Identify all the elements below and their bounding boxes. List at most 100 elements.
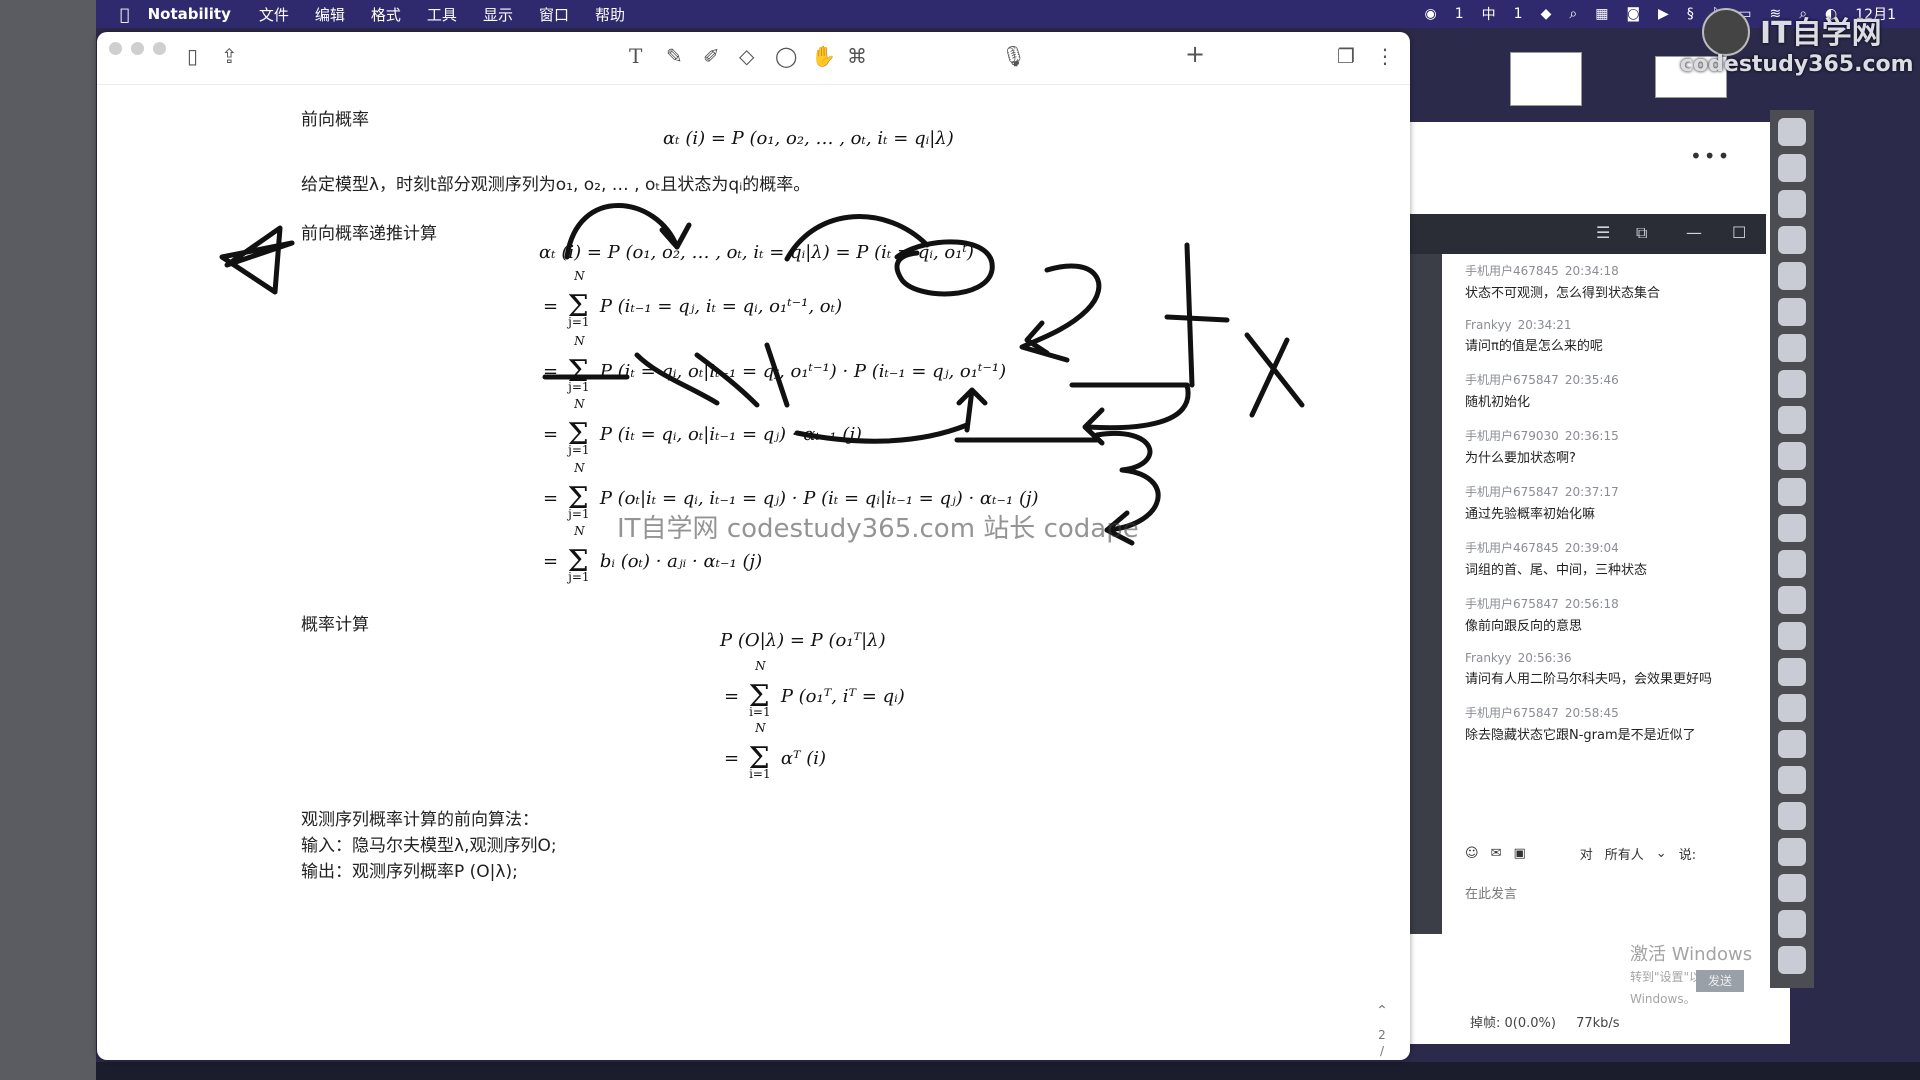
more-menu-icon[interactable]: ⋮ — [1375, 44, 1395, 68]
chevron-up-icon[interactable]: ⌃ — [1372, 1003, 1392, 1019]
algorithm-output: 输出：观测序列概率P (O|λ); — [301, 862, 518, 882]
dock-app-icon[interactable] — [1778, 694, 1806, 722]
share-icon[interactable]: ⇪ — [221, 44, 238, 68]
menu-edit[interactable]: 编辑 — [315, 4, 345, 25]
dock-app-icon[interactable] — [1778, 658, 1806, 686]
dock-app-icon[interactable] — [1778, 946, 1806, 974]
apple-icon[interactable]:  — [120, 5, 130, 24]
menu-extra-icon[interactable]: ▦ — [1595, 6, 1608, 22]
dock-app-icon[interactable] — [1778, 838, 1806, 866]
popout-icon[interactable]: ⧉ — [1636, 223, 1647, 243]
overlay-watermark: IT自学网 codestudy365.com 站长 codape — [617, 514, 1139, 544]
menu-file[interactable]: 文件 — [259, 4, 289, 25]
wechat-count: 1 — [1454, 6, 1464, 22]
zoom-button[interactable] — [153, 42, 166, 55]
message-user: 手机用户467845 — [1465, 264, 1559, 278]
dock-app-icon[interactable] — [1778, 262, 1806, 290]
message-user: 手机用户675847 — [1465, 597, 1559, 611]
wechat-icon[interactable]: ◉ — [1425, 6, 1437, 22]
emoji-icon[interactable]: ☺ — [1465, 846, 1479, 861]
ink-bracket-head — [1082, 407, 1105, 446]
send-button[interactable]: 发送 — [1696, 970, 1744, 992]
ink-x-1 — [1244, 332, 1305, 408]
eraser-icon[interactable]: ◇ — [739, 44, 754, 68]
pen-tool-icon[interactable]: ✎ — [666, 44, 683, 68]
dock-app-icon[interactable] — [1778, 154, 1806, 182]
menu-view[interactable]: 显示 — [483, 4, 513, 25]
section-heading-prob-calc: 概率计算 — [301, 615, 369, 635]
sum-lower: i=1 — [749, 705, 771, 719]
dock-app-icon[interactable] — [1778, 478, 1806, 506]
site-watermark-logo: IT自学网 codestudy365.com — [1680, 4, 1920, 78]
dock-app-icon[interactable] — [1778, 190, 1806, 218]
chat-message: 手机用户679030 20:36:15 为什么要加状态啊? — [1465, 427, 1725, 469]
desktop-file-icon[interactable] — [1510, 52, 1582, 106]
message-user: 手机用户467845 — [1465, 541, 1559, 555]
ink-x-2 — [1249, 337, 1290, 418]
current-page: 2 — [1378, 1028, 1386, 1042]
chat-input[interactable]: 在此发言 — [1465, 883, 1765, 902]
message-time: 20:37:17 — [1564, 485, 1619, 499]
equation-recursion-5: = N Σj=1 bᵢ (oₜ) · aⱼᵢ · αₜ₋₁ (j) — [543, 524, 763, 584]
recursion-3-body: P (iₜ = qᵢ, oₜ|iₜ₋₁ = qⱼ) · αₜ₋₁ (j) — [599, 424, 862, 445]
menu-format[interactable]: 格式 — [371, 4, 401, 25]
dock-app-icon[interactable] — [1778, 802, 1806, 830]
menu-help[interactable]: 帮助 — [595, 4, 625, 25]
hand-icon[interactable]: ✋ — [811, 44, 836, 68]
menu-window[interactable]: 窗口 — [539, 4, 569, 25]
dock-app-icon[interactable] — [1778, 766, 1806, 794]
minimize-button[interactable] — [131, 42, 144, 55]
dock-app-icon[interactable] — [1778, 514, 1806, 542]
dock-app-icon[interactable] — [1778, 226, 1806, 254]
dock-app-icon[interactable] — [1778, 442, 1806, 470]
recursion-5-body: bᵢ (oₜ) · aⱼᵢ · αₜ₋₁ (j) — [599, 551, 763, 572]
list-icon[interactable]: ☰ — [1596, 223, 1610, 242]
message-text: 词组的首、尾、中间，三种状态 — [1465, 563, 1648, 578]
recipient-select[interactable]: 所有人 — [1605, 844, 1644, 863]
microphone-icon[interactable]: 🎙 — [1001, 44, 1026, 68]
chevron-down-icon[interactable]: ⌄ — [1656, 846, 1667, 861]
dock-app-icon[interactable] — [1778, 586, 1806, 614]
text-tool-icon[interactable]: T — [629, 44, 642, 68]
message-text: 请问有人用二阶马尔科夫吗，会效果更好吗 — [1465, 672, 1713, 687]
laser-icon[interactable]: ⌘ — [847, 44, 867, 68]
app-name-menu[interactable]: Notability — [148, 5, 231, 23]
activate-title: 激活 Windows — [1630, 944, 1753, 965]
pages-icon[interactable]: ❐ — [1337, 44, 1355, 68]
more-icon[interactable]: ••• — [1690, 144, 1731, 168]
maximize-icon[interactable]: ☐ — [1732, 223, 1746, 242]
dock-app-icon[interactable] — [1778, 622, 1806, 650]
m-icon[interactable]: ◙ — [1626, 6, 1640, 22]
note-page[interactable]: 前向概率 αₜ (i) = P (o₁, o₂, … , oₜ, iₜ = qᵢ… — [97, 85, 1410, 1060]
section-heading-forward-prob: 前向概率 — [301, 110, 369, 130]
dock-app-icon[interactable] — [1778, 730, 1806, 758]
message-user: Frankyy — [1465, 318, 1512, 332]
dock-app-icon[interactable] — [1778, 910, 1806, 938]
equation-prob-2: = N Σi=1 αᵀ (i) — [724, 721, 827, 781]
lasso-icon[interactable]: ◯ — [775, 44, 797, 68]
dock-app-icon[interactable] — [1778, 118, 1806, 146]
dock-app-icon[interactable] — [1778, 298, 1806, 326]
close-button[interactable] — [109, 42, 122, 55]
dock-app-icon[interactable] — [1778, 334, 1806, 362]
magnifier-icon[interactable]: ⌕ — [1569, 6, 1577, 22]
highlighter-icon[interactable]: ✐ — [703, 44, 720, 68]
dock-app-icon[interactable] — [1778, 406, 1806, 434]
sum-upper: N — [574, 334, 585, 348]
add-icon[interactable]: + — [1185, 40, 1205, 68]
play-icon[interactable]: ▶ — [1658, 6, 1669, 22]
ink-star — [219, 225, 295, 295]
sum-lower: j=1 — [568, 380, 590, 394]
dock-app-icon[interactable] — [1778, 550, 1806, 578]
dock-app-icon[interactable] — [1778, 370, 1806, 398]
sum-upper: N — [574, 461, 585, 475]
sidebar-icon[interactable]: ▯ — [187, 44, 198, 68]
minimize-icon[interactable]: — — [1686, 223, 1702, 242]
bubble-icon[interactable]: ✉ — [1491, 846, 1502, 861]
evernote-icon[interactable]: ◆ — [1541, 6, 1552, 22]
image-icon[interactable]: ▣ — [1513, 846, 1525, 861]
ime-indicator[interactable]: 中 — [1482, 4, 1496, 24]
prob-1-body: P (o₁ᵀ, iᵀ = qᵢ) — [780, 686, 905, 707]
dock-app-icon[interactable] — [1778, 874, 1806, 902]
menu-tools[interactable]: 工具 — [427, 4, 457, 25]
